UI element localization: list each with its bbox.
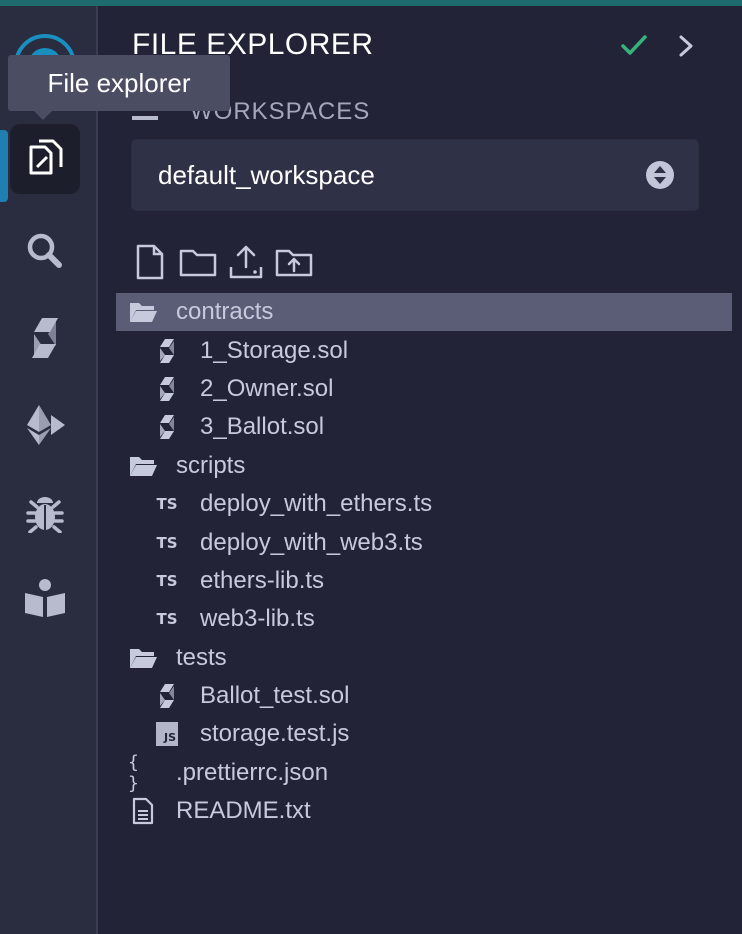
solidity-file-icon: [152, 374, 182, 404]
tree-file[interactable]: README.txt: [116, 792, 732, 830]
file-explorer-button[interactable]: [10, 124, 80, 194]
tree-file[interactable]: Ballot_test.sol: [116, 677, 732, 715]
publish-gist-icon: [229, 245, 263, 279]
new-file-button[interactable]: [130, 242, 170, 282]
chevron-right-icon[interactable]: [676, 34, 696, 58]
workspace-select-value: default_workspace: [158, 160, 375, 190]
file-tree: contracts 1_Storage.sol 2_Owner.sol 3_Ballo…: [116, 293, 732, 830]
file-explorer-panel: FILE EXPLORER WORKSPACES default_workspa…: [98, 6, 742, 934]
tree-folder[interactable]: scripts: [116, 447, 732, 485]
tree-file[interactable]: TS deploy_with_ethers.ts: [116, 485, 732, 523]
braces-glyph: { }: [128, 751, 139, 794]
tree-item-label: deploy_with_web3.ts: [200, 528, 423, 556]
file-explorer-icon: [29, 139, 63, 175]
tree-item-label: web3-lib.ts: [200, 605, 315, 633]
tree-file[interactable]: { } .prettierrc.json: [116, 752, 732, 794]
solidity-compiler-button[interactable]: [10, 303, 80, 373]
solidity-compiler-icon: [32, 318, 58, 358]
publish-gist-button[interactable]: [226, 242, 266, 282]
deploy-run-button[interactable]: [10, 390, 80, 460]
folder-open-icon: [128, 297, 158, 327]
tooltip-arrow: [34, 111, 52, 120]
icon-panel: [0, 6, 98, 934]
workspace-menu-icon[interactable]: [132, 116, 158, 120]
tree-item-label: .prettierrc.json: [176, 758, 329, 786]
tree-file[interactable]: TS deploy_with_web3.ts: [116, 523, 732, 561]
ts-glyph: TS: [156, 571, 178, 590]
solidity-file-icon: [152, 336, 182, 366]
tree-file[interactable]: JS storage.test.js: [116, 715, 732, 753]
workspace-select[interactable]: default_workspace: [132, 140, 698, 210]
tree-item-label: 2_Owner.sol: [200, 374, 334, 402]
tree-item-label: README.txt: [176, 797, 311, 825]
tree-file[interactable]: TS web3-lib.ts: [116, 600, 732, 638]
file-toolbar: [130, 242, 314, 282]
ts-glyph: TS: [156, 495, 178, 514]
select-arrows-icon: [646, 161, 674, 189]
check-icon: [621, 35, 647, 55]
folder-open-icon: [128, 643, 158, 673]
tree-file[interactable]: TS ethers-lib.ts: [116, 562, 732, 600]
deploy-run-icon: [27, 405, 65, 445]
tree-item-label: storage.test.js: [200, 720, 350, 748]
tree-item-label: ethers-lib.ts: [200, 566, 325, 594]
debugger-icon: [26, 497, 64, 533]
tree-file[interactable]: 1_Storage.sol: [116, 331, 732, 369]
javascript-file-icon: JS: [152, 719, 182, 749]
text-file-icon: [128, 796, 158, 826]
typescript-file-icon: TS: [152, 489, 182, 519]
solidity-file-icon: [152, 681, 182, 711]
tree-item-label: 3_Ballot.sol: [200, 413, 325, 441]
tree-folder[interactable]: tests: [116, 639, 732, 677]
upload-folder-icon: [275, 249, 313, 277]
solidity-file-icon: [152, 412, 182, 442]
tree-item-label: contracts: [176, 298, 274, 326]
json-file-icon: { }: [128, 752, 158, 794]
learneth-icon: [25, 579, 65, 617]
js-glyph: JS: [156, 722, 178, 747]
tree-item-label: tests: [176, 643, 227, 671]
typescript-file-icon: TS: [152, 528, 182, 558]
ts-glyph: TS: [156, 610, 178, 629]
tree-item-label: deploy_with_ethers.ts: [200, 490, 433, 518]
tree-item-label: Ballot_test.sol: [200, 682, 350, 710]
file-explorer-tooltip: File explorer: [8, 55, 230, 111]
active-plugin-marker: [0, 130, 8, 202]
new-folder-button[interactable]: [178, 242, 218, 282]
upload-folder-button[interactable]: [274, 242, 314, 282]
tree-folder[interactable]: contracts: [116, 293, 732, 332]
tree-item-label: scripts: [176, 451, 246, 479]
ts-glyph: TS: [156, 533, 178, 552]
learneth-button[interactable]: [10, 564, 80, 634]
tree-file[interactable]: 2_Owner.sol: [116, 370, 732, 408]
remix-ide: File explorer FILE EXPLORER WORKSPACES d…: [0, 0, 742, 934]
tree-item-label: 1_Storage.sol: [200, 336, 349, 364]
typescript-file-icon: TS: [152, 604, 182, 634]
tree-file[interactable]: 3_Ballot.sol: [116, 408, 732, 446]
debugger-button[interactable]: [10, 478, 80, 548]
new-folder-icon: [179, 249, 217, 277]
typescript-file-icon: TS: [152, 566, 182, 596]
folder-open-icon: [128, 451, 158, 481]
search-button[interactable]: [10, 216, 80, 286]
search-icon: [27, 233, 62, 268]
new-file-icon: [136, 244, 164, 280]
